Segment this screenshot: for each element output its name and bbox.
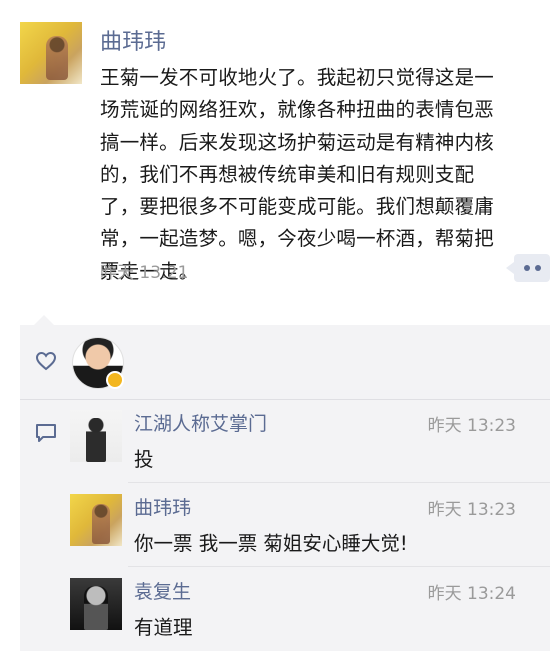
post-text-line: 场荒诞的网络狂欢，就像各种扭曲的表情包恶 — [100, 98, 495, 122]
comment-author[interactable]: 袁复生 — [134, 577, 191, 604]
post-text-line: 王菊一发不可收地火了。我起初只觉得这是一 — [100, 66, 495, 89]
comment-text[interactable]: 有道理 — [134, 611, 193, 640]
comment-text[interactable]: 你一票 我一票 菊姐安心睡大觉! — [134, 527, 408, 556]
comment-author[interactable]: 江湖人称艾掌门 — [134, 409, 267, 436]
more-icon[interactable] — [506, 254, 550, 282]
comment-timestamp: 昨天 13:23 — [427, 416, 516, 436]
post-text-line: 搞一样。后来发现这场护菊运动是有精神内核 — [100, 130, 495, 154]
comment-timestamp: 昨天 13:24 — [427, 584, 516, 604]
post-timestamp: 昨天 13:21 — [100, 263, 189, 283]
heart-icon — [35, 351, 57, 371]
comment-timestamp: 昨天 13:23 — [427, 500, 516, 520]
more-dot — [523, 265, 530, 271]
post-text: 王菊一发不可收地火了。我起初只觉得这是一 场荒诞的网络狂欢，就像各种扭曲的表情包… — [100, 62, 540, 288]
post-text-line: 常，一起造梦。嗯，今夜少喝一杯酒，帮菊把 — [100, 227, 495, 251]
comment-avatar[interactable] — [70, 578, 122, 630]
verified-badge — [106, 371, 124, 389]
comment-avatar[interactable] — [70, 494, 122, 546]
likes-divider — [20, 399, 550, 400]
author-name[interactable]: 曲玮玮 — [100, 24, 166, 56]
author-avatar[interactable] — [20, 22, 82, 84]
post-text-line: 了，要把很多不可能变成可能。我们想颠覆庸 — [100, 195, 495, 219]
comment-author[interactable]: 曲玮玮 — [134, 493, 191, 520]
comment-divider — [128, 566, 550, 567]
post-text-line: 的，我们不再想被传统审美和旧有规则支配 — [100, 162, 475, 186]
comment-divider — [128, 482, 550, 483]
more-dot — [534, 265, 541, 271]
comment-avatar[interactable] — [70, 410, 122, 462]
comment-text[interactable]: 投 — [134, 443, 154, 472]
comment-icon — [36, 424, 56, 442]
